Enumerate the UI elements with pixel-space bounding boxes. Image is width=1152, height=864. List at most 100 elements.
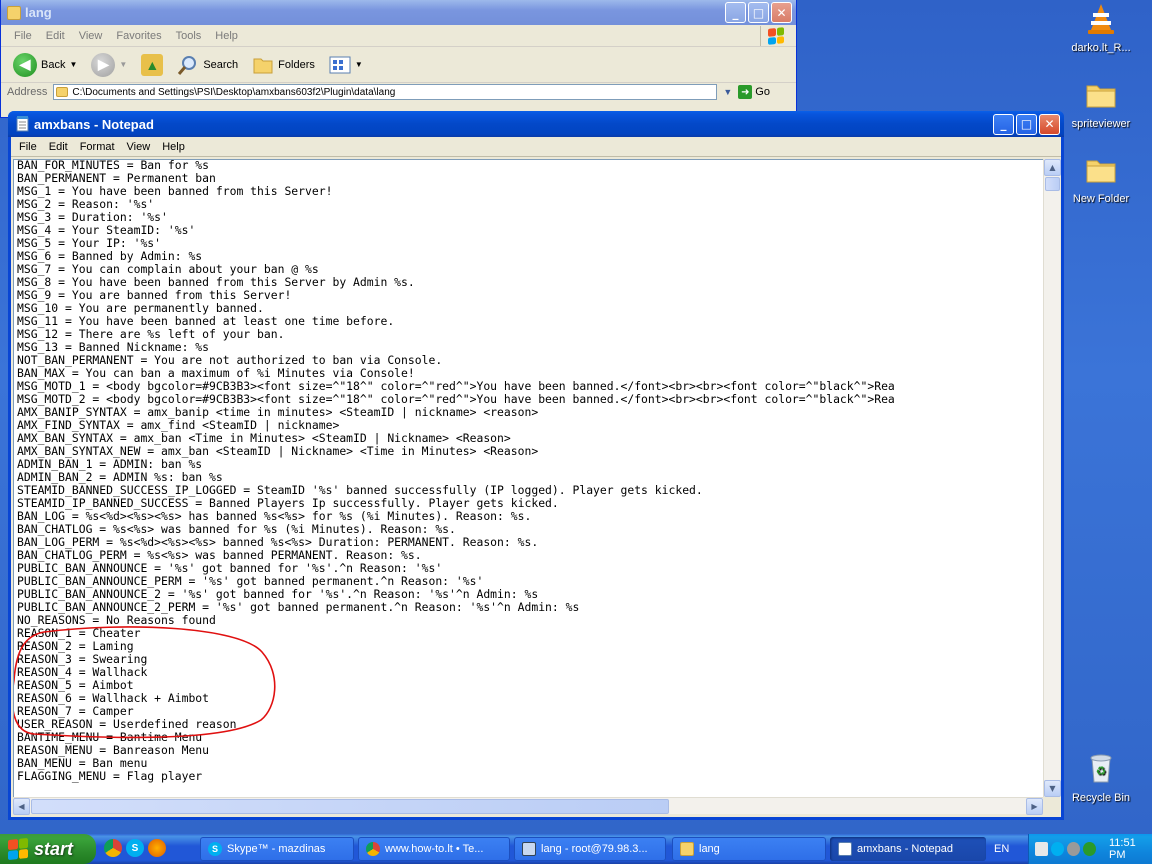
forward-arrow-icon: ▶ <box>91 52 116 77</box>
quick-launch: S <box>104 839 166 857</box>
horizontal-scroll-thumb[interactable] <box>31 799 669 814</box>
folder-icon <box>680 842 694 856</box>
minimize-button[interactable]: _ <box>993 113 1014 135</box>
menu-edit[interactable]: Edit <box>39 28 72 44</box>
menu-file[interactable]: File <box>13 139 43 155</box>
windows-logo-icon <box>760 26 790 46</box>
menu-tools[interactable]: Tools <box>169 28 209 44</box>
resize-grip[interactable] <box>1043 797 1060 814</box>
task-label: amxbans - Notepad <box>857 843 953 855</box>
start-button[interactable]: start <box>0 834 96 864</box>
text-line: REASON_MENU = Banreason Menu <box>17 743 210 757</box>
recycle-bin-icon: ♻ <box>1090 754 1112 783</box>
menu-view[interactable]: View <box>121 139 157 155</box>
scroll-down-icon[interactable]: ▼ <box>1044 780 1061 797</box>
task-skype[interactable]: S Skype™ - mazdinas <box>200 837 354 861</box>
task-chrome[interactable]: www.how-to.lt • Te... <box>358 837 510 861</box>
notepad-window[interactable]: amxbans - Notepad _ □ ✕ File Edit Format… <box>8 111 1064 820</box>
text-line: REASON_4 = Wallhack <box>17 665 148 679</box>
maximize-button[interactable]: □ <box>748 2 769 23</box>
address-field[interactable]: C:\Documents and Settings\PSI\Desktop\am… <box>53 84 718 100</box>
firefox-icon[interactable] <box>148 839 166 857</box>
language-indicator[interactable]: EN <box>994 843 1009 855</box>
explorer-window[interactable]: lang _ □ ✕ File Edit View Favorites Tool… <box>0 0 797 118</box>
desktop-icon-label: darko.lt_R... <box>1071 42 1131 54</box>
text-line: REASON_3 = Swearing <box>17 652 148 666</box>
task-label: Skype™ - mazdinas <box>227 843 326 855</box>
address-bar: Address C:\Documents and Settings\PSI\De… <box>1 83 796 101</box>
chevron-down-icon: ▼ <box>354 60 363 69</box>
system-tray: 11:51 PM <box>1028 834 1152 864</box>
scroll-right-icon[interactable]: ▶ <box>1026 798 1043 815</box>
task-notepad[interactable]: amxbans - Notepad <box>830 837 986 861</box>
desktop-icon-label: New Folder <box>1072 193 1130 205</box>
views-button[interactable]: ▼ <box>325 54 367 76</box>
minimize-button[interactable]: _ <box>725 2 746 23</box>
skype-icon[interactable]: S <box>126 839 144 857</box>
scroll-left-icon[interactable]: ◀ <box>13 798 30 815</box>
up-folder-button[interactable]: ▲ <box>137 52 167 78</box>
start-label: start <box>34 838 74 859</box>
maximize-button[interactable]: □ <box>1016 113 1037 135</box>
text-line: MSG_2 = Reason: '%s' <box>17 197 155 211</box>
taskbar: start S S Skype™ - mazdinas www.how-to.l… <box>0 834 1152 864</box>
chevron-down-icon: ▼ <box>69 60 78 69</box>
desktop-icon-spriteviewer[interactable]: spriteviewer <box>1056 78 1146 130</box>
text-content: BAN_FOR_MINUTES = Ban for %s BAN_PERMANEN… <box>14 160 1043 783</box>
desktop-icon-recycle-bin[interactable]: ♻ Recycle Bin <box>1056 752 1146 804</box>
task-lang-folder[interactable]: lang <box>672 837 826 861</box>
tray-volume-icon[interactable] <box>1067 842 1080 856</box>
text-line: MSG_1 = You have been banned from this S… <box>17 184 333 198</box>
text-line: REASON_1 = Cheater <box>17 626 141 640</box>
close-button[interactable]: ✕ <box>771 2 792 23</box>
menu-help[interactable]: Help <box>156 139 191 155</box>
address-label: Address <box>7 86 48 98</box>
search-button[interactable]: Search <box>173 52 242 78</box>
text-line: MSG_4 = Your SteamID: '%s' <box>17 223 196 237</box>
folders-label: Folders <box>278 58 315 71</box>
go-button[interactable]: ➜ Go <box>738 85 770 99</box>
address-value: C:\Documents and Settings\PSI\Desktop\am… <box>72 86 396 98</box>
explorer-title: lang <box>25 5 52 20</box>
notepad-icon <box>838 842 852 856</box>
task-putty[interactable]: lang - root@79.98.3... <box>514 837 666 861</box>
address-dropdown-icon[interactable]: ▼ <box>723 87 732 97</box>
folder-icon <box>1086 85 1116 108</box>
scroll-up-icon[interactable]: ▲ <box>1044 159 1061 176</box>
desktop-icon-new-folder[interactable]: New Folder <box>1056 153 1146 205</box>
back-label: Back <box>41 58 66 71</box>
desktop-icon-label: Recycle Bin <box>1071 792 1131 804</box>
chrome-icon <box>366 842 380 856</box>
chrome-icon[interactable] <box>104 839 122 857</box>
folders-button[interactable]: Folders <box>248 53 319 77</box>
back-button[interactable]: ◀ Back ▼ <box>9 51 81 79</box>
go-arrow-icon: ➜ <box>738 85 753 99</box>
menu-edit[interactable]: Edit <box>43 139 74 155</box>
explorer-titlebar[interactable]: lang _ □ ✕ <box>1 0 796 25</box>
notepad-titlebar[interactable]: amxbans - Notepad _ □ ✕ <box>8 111 1064 137</box>
tray-network-icon[interactable] <box>1083 842 1096 856</box>
folder-icon <box>56 87 69 97</box>
task-label: lang - root@79.98.3... <box>541 843 648 855</box>
folder-icon <box>7 5 21 20</box>
text-line: NO_REASONS = No Reasons found <box>17 613 216 627</box>
menu-view[interactable]: View <box>72 28 110 44</box>
horizontal-scrollbar[interactable]: ◀ ▶ <box>13 797 1043 815</box>
menu-format[interactable]: Format <box>74 139 121 155</box>
putty-icon <box>522 842 536 856</box>
vertical-scroll-thumb[interactable] <box>1045 177 1060 191</box>
chevron-down-icon: ▼ <box>119 60 128 69</box>
tray-chat-icon[interactable] <box>1035 842 1048 856</box>
tray-skype-icon[interactable] <box>1051 842 1064 856</box>
explorer-menubar: File Edit View Favorites Tools Help <box>1 25 796 47</box>
desktop-icon-vlc[interactable]: darko.lt_R... <box>1056 2 1146 54</box>
forward-button[interactable]: ▶ ▼ <box>87 51 131 79</box>
menu-favorites[interactable]: Favorites <box>109 28 168 44</box>
menu-file[interactable]: File <box>7 28 39 44</box>
views-grid-icon <box>329 56 351 73</box>
text-editor[interactable]: BAN_FOR_MINUTES = Ban for %s BAN_PERMANEN… <box>13 159 1043 797</box>
vertical-scrollbar[interactable]: ▲ ▼ <box>1043 159 1061 797</box>
menu-help[interactable]: Help <box>208 28 245 44</box>
up-folder-icon: ▲ <box>141 53 164 76</box>
close-button[interactable]: ✕ <box>1039 113 1060 135</box>
